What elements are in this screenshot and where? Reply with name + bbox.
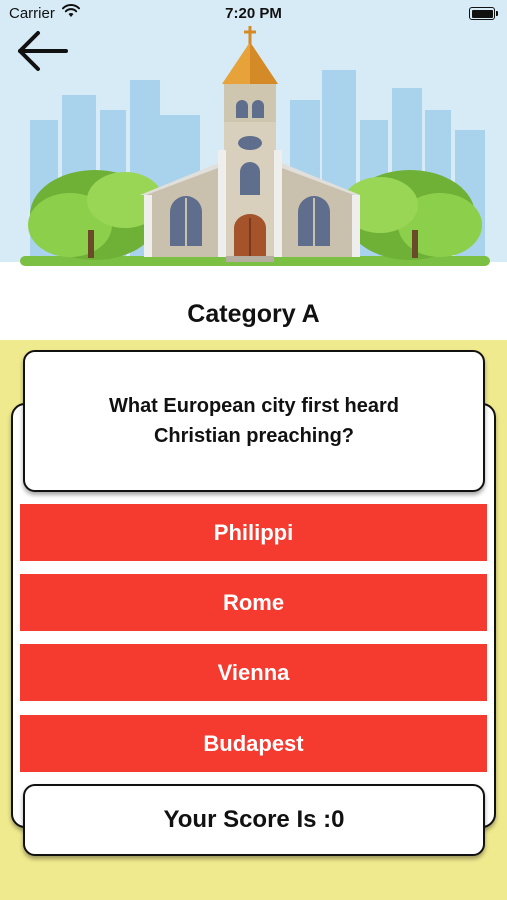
- question-text: What European city first heard Christian…: [108, 395, 400, 447]
- answer-button-2[interactable]: Rome: [20, 574, 487, 631]
- answer-button-4[interactable]: Budapest: [20, 715, 487, 772]
- header-illustration: [0, 0, 507, 290]
- category-title: Category A: [187, 300, 320, 328]
- score-card: Your Score Is :0: [23, 784, 485, 856]
- church-illustration: [0, 0, 507, 290]
- back-button[interactable]: [14, 28, 72, 74]
- question-card: What European city first heard Christian…: [23, 350, 485, 492]
- status-time: 7:20 PM: [225, 5, 282, 22]
- score-text: Your Score Is :0: [163, 806, 345, 833]
- arrow-left-icon: [18, 31, 68, 71]
- status-bar: Carrier 7:20 PM: [0, 0, 507, 28]
- category-header: Category A: [0, 290, 507, 340]
- battery-icon: [469, 7, 498, 20]
- answer-button-3[interactable]: Vienna: [20, 644, 487, 701]
- battery-level: [471, 9, 493, 18]
- answer-button-1[interactable]: Philippi: [20, 504, 487, 561]
- quiz-area: What European city first heard Christian…: [0, 340, 507, 900]
